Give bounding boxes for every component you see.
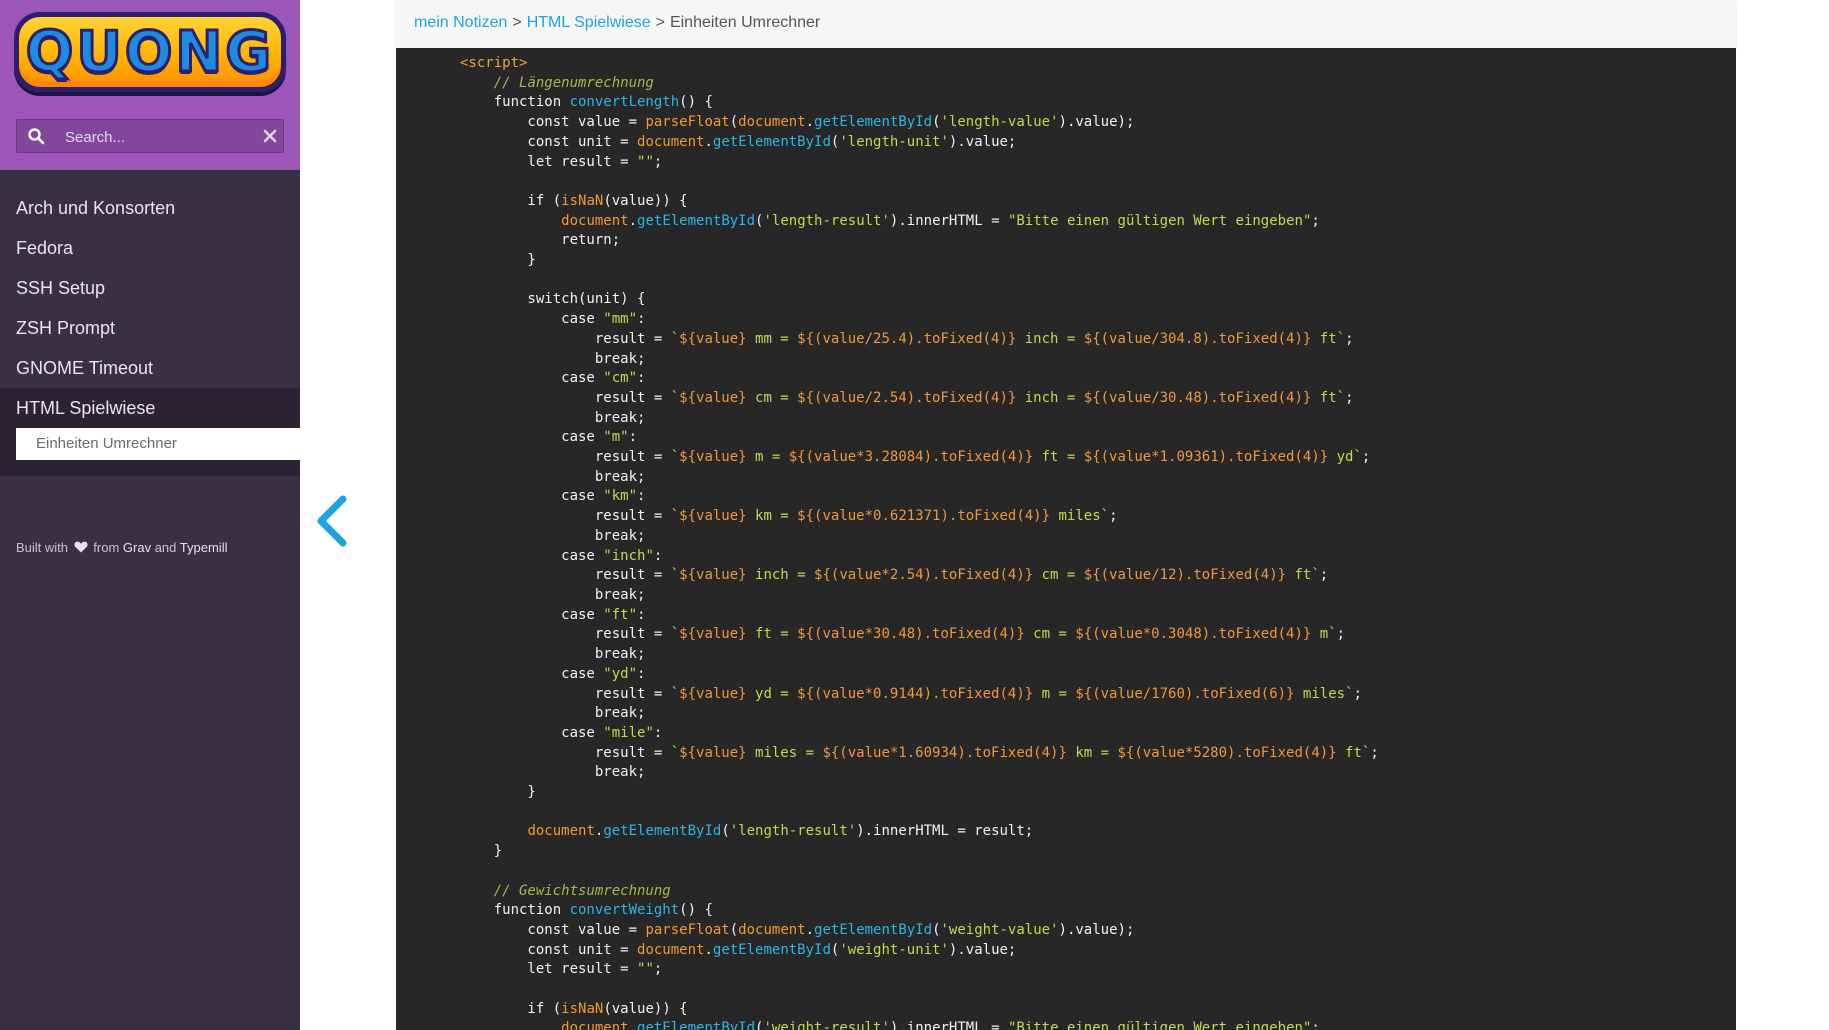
footer-link-typemill[interactable]: Typemill (180, 540, 228, 555)
sidebar-item-gnome-timeout[interactable]: GNOME Timeout (0, 348, 300, 388)
sidebar-subnav: Einheiten Umrechner (0, 428, 300, 476)
sidebar-item-ssh-setup[interactable]: SSH Setup (0, 268, 300, 308)
breadcrumb-link-html-spielwiese[interactable]: HTML Spielwiese (527, 14, 651, 31)
footer-link-grav[interactable]: Grav (123, 540, 151, 555)
sidebar-nav: Arch und Konsorten Fedora SSH Setup ZSH … (0, 188, 300, 428)
footer-built-with: Built with (16, 540, 69, 555)
breadcrumb-separator: > (512, 14, 522, 31)
breadcrumb-link-notizen[interactable]: mein Notizen (414, 14, 507, 31)
sidebar-item-fedora[interactable]: Fedora (0, 228, 300, 268)
search-input[interactable] (63, 124, 257, 150)
footer-and: and (154, 540, 177, 555)
sidebar-header: QUONG (0, 0, 300, 170)
breadcrumb-separator: > (655, 14, 665, 31)
code-content[interactable]: <script> // Längenumrechnung function co… (460, 54, 1379, 1030)
search-box (16, 119, 284, 153)
site-logo[interactable]: QUONG (14, 12, 286, 92)
sidebar-subitem-einheiten-umrechner[interactable]: Einheiten Umrechner (16, 428, 300, 460)
sidebar-item-arch[interactable]: Arch und Konsorten (0, 188, 300, 228)
search-icon (28, 128, 45, 145)
breadcrumb-current: Einheiten Umrechner (669, 14, 821, 31)
breadcrumb-bar: mein Notizen > HTML Spielwiese > Einheiten U… (396, 0, 1736, 48)
footer-from: from (93, 540, 120, 555)
sidebar: QUONG Arch und Konsorten Fedora SSH Setu… (0, 0, 300, 1030)
breadcrumb: mein Notizen > HTML Spielwiese > Einheiten U… (414, 14, 820, 32)
sidebar-item-zsh-prompt[interactable]: ZSH Prompt (0, 308, 300, 348)
close-icon[interactable] (262, 128, 278, 144)
sidebar-footer: Built with from Grav and Typemill (16, 540, 227, 555)
logo-text: QUONG (24, 18, 275, 86)
chevron-left-icon[interactable] (313, 495, 353, 547)
code-block: <script> // Längenumrechnung function co… (396, 48, 1736, 1030)
sidebar-item-html-spielwiese[interactable]: HTML Spielwiese (0, 388, 300, 428)
heart-icon (74, 541, 88, 553)
